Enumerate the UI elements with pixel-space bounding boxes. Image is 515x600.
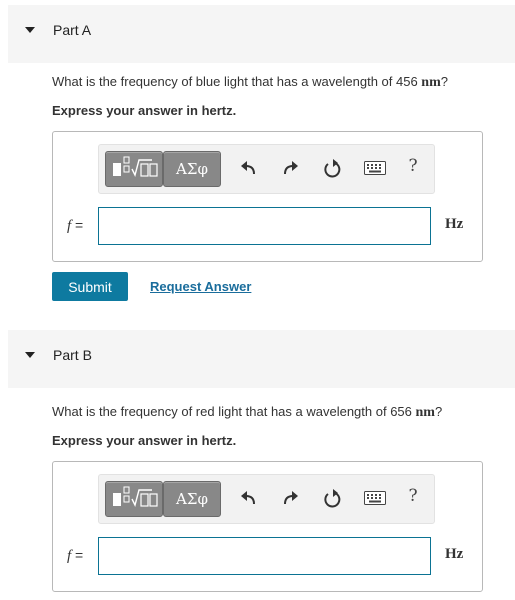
part-b-header[interactable]: Part B bbox=[8, 330, 515, 388]
math-toolbar: ΑΣφ ? bbox=[98, 144, 435, 194]
unit-label: Hz bbox=[445, 216, 464, 232]
greek-symbols-icon: ΑΣφ bbox=[176, 160, 208, 178]
templates-icon bbox=[113, 156, 158, 177]
math-toolbar: ΑΣφ ? bbox=[98, 474, 435, 524]
greek-symbols-button[interactable]: ΑΣφ bbox=[163, 481, 221, 517]
part-a-answer-box: ΑΣφ ? f = Hz bbox=[52, 131, 483, 262]
greek-symbols-button[interactable]: ΑΣφ bbox=[163, 151, 221, 187]
undo-icon[interactable] bbox=[239, 489, 257, 507]
templates-button[interactable] bbox=[105, 481, 163, 517]
redo-icon[interactable] bbox=[282, 159, 300, 177]
help-icon[interactable]: ? bbox=[403, 156, 423, 176]
part-b-answer-input[interactable] bbox=[98, 537, 431, 575]
part-b-answer-box: ΑΣφ ? f = Hz bbox=[52, 461, 483, 592]
reset-icon[interactable] bbox=[323, 159, 341, 179]
submit-button[interactable]: Submit bbox=[52, 272, 128, 301]
part-b-title: Part B bbox=[53, 347, 92, 363]
part-a-answer-input[interactable] bbox=[98, 207, 431, 245]
templates-button[interactable] bbox=[105, 151, 163, 187]
part-a-title: Part A bbox=[53, 22, 92, 38]
variable-label: f = bbox=[67, 547, 84, 564]
keyboard-icon[interactable] bbox=[364, 491, 386, 505]
collapse-caret-icon[interactable] bbox=[25, 27, 35, 33]
variable-label: f = bbox=[67, 217, 84, 234]
part-a-instruction: Express your answer in hertz. bbox=[52, 103, 237, 118]
collapse-caret-icon[interactable] bbox=[25, 352, 35, 358]
templates-icon bbox=[113, 486, 158, 507]
unit-label: Hz bbox=[445, 546, 464, 562]
undo-icon[interactable] bbox=[239, 159, 257, 177]
keyboard-icon[interactable] bbox=[364, 161, 386, 175]
redo-icon[interactable] bbox=[282, 489, 300, 507]
reset-icon[interactable] bbox=[323, 489, 341, 509]
request-answer-link[interactable]: Request Answer bbox=[150, 279, 251, 294]
part-a-question: What is the frequency of blue light that… bbox=[52, 74, 448, 90]
part-a-header[interactable]: Part A bbox=[8, 5, 515, 63]
help-icon[interactable]: ? bbox=[403, 486, 423, 506]
part-b-question: What is the frequency of red light that … bbox=[52, 404, 443, 420]
part-b-instruction: Express your answer in hertz. bbox=[52, 433, 237, 448]
greek-symbols-icon: ΑΣφ bbox=[176, 490, 208, 508]
